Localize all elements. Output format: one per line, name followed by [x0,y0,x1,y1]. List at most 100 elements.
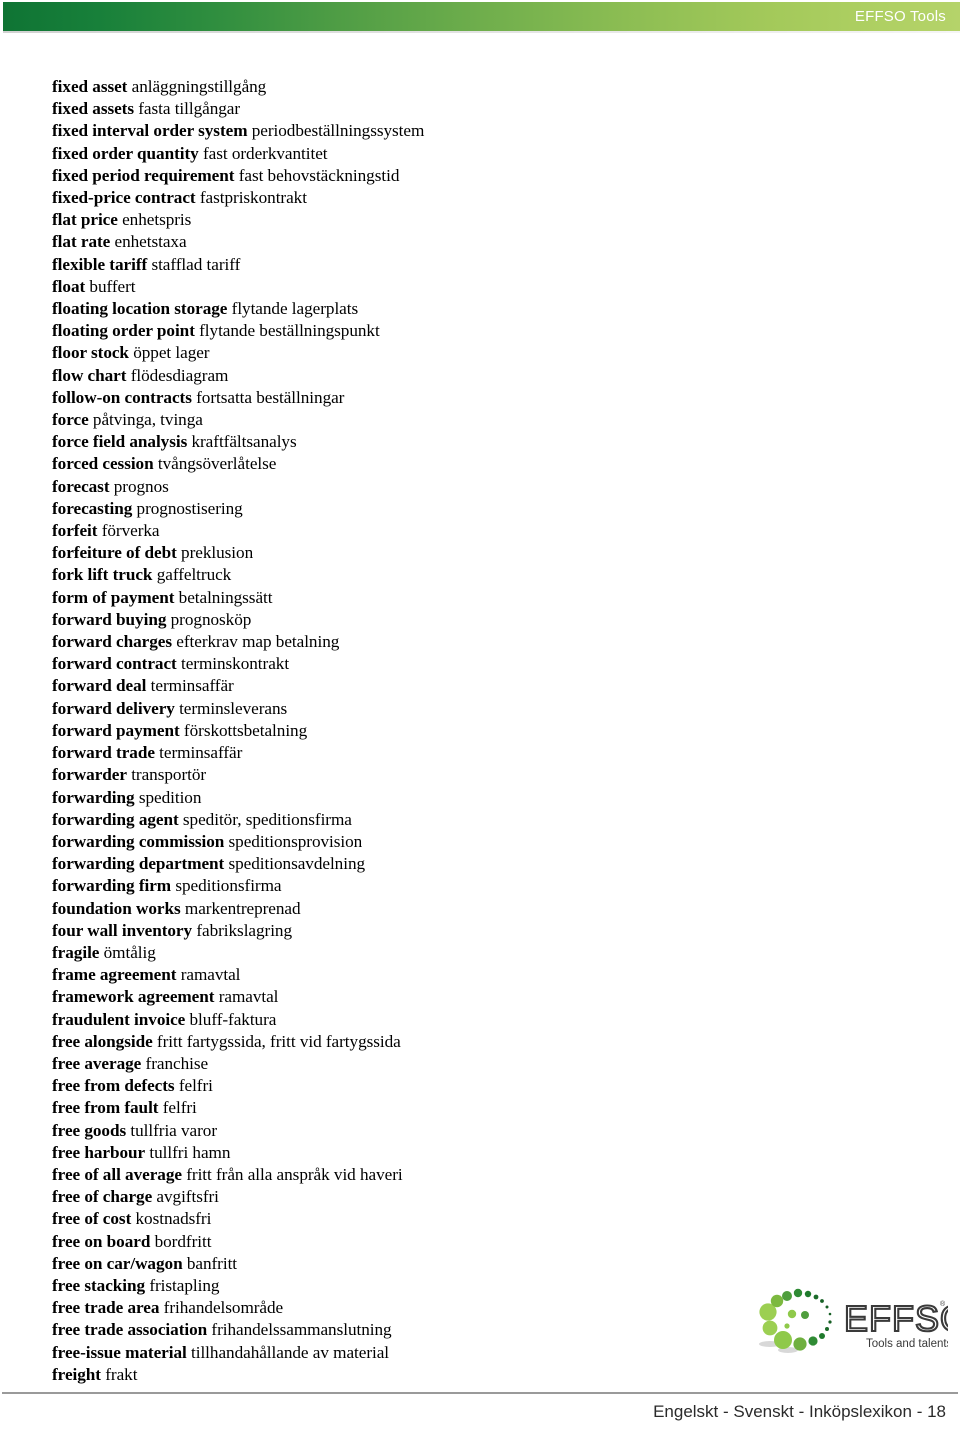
glossary-term: forward contract [52,654,177,674]
logo-tagline-text: Tools and talents. [866,1338,948,1350]
glossary-translation: terminsaffär [150,676,234,696]
glossary-term: forfeiture of debt [52,543,177,563]
glossary-translation: bordfritt [154,1231,212,1251]
glossary-term: forced cession [52,454,154,474]
glossary-entry: fragile ömtålig [52,942,912,964]
glossary-translation: tvångsöverlåtelse [157,454,277,474]
glossary-translation: tullfri hamn [149,1142,231,1162]
glossary-entry: flow chart flödesdiagram [52,365,912,387]
glossary-translation: fastpriskontrakt [199,188,307,208]
glossary-translation: enhetstaxa [114,232,187,252]
glossary-entry: forced cession tvångsöverlåtelse [52,453,912,475]
glossary-term: free from fault [52,1098,159,1118]
glossary-translation: terminskontrakt [180,654,290,674]
glossary-translation: fast orderkvantitet [202,143,328,163]
glossary-entry: force påtvinga, tvinga [52,409,912,431]
glossary-translation: frihandelsområde [163,1298,284,1318]
glossary-translation: stafflad tariff [151,254,241,274]
glossary-entry: forward trade terminsaffär [52,742,912,764]
glossary-translation: frakt [105,1364,138,1384]
glossary-translation: felfri [178,1076,213,1096]
glossary-translation: ömtålig [103,942,156,962]
glossary-entry: four wall inventory fabrikslagring [52,920,912,942]
glossary-translation: fristapling [149,1275,220,1295]
glossary-entry: flat rate enhetstaxa [52,231,912,253]
glossary-entry: floor stock öppet lager [52,342,912,364]
glossary-entry: free goods tullfria varor [52,1120,912,1142]
glossary-term: force field analysis [52,432,188,452]
glossary-translation: fritt fartygssida, fritt vid fartygssida [156,1031,401,1051]
glossary-term: forfeit [52,521,98,541]
glossary-translation: prognostisering [136,498,243,518]
glossary-term: forwarder [52,765,127,785]
glossary-entry: form of payment betalningssätt [52,587,912,609]
glossary-term: fixed period requirement [52,165,235,185]
glossary-translation: tullfria varor [130,1120,218,1140]
glossary-term: free trade association [52,1320,208,1340]
glossary-entry: fixed order quantity fast orderkvantitet [52,143,912,165]
glossary-term: forecast [52,476,110,496]
glossary-entry: forfeit förverka [52,520,912,542]
glossary-translation: spedition [138,787,202,807]
glossary-term: forwarding department [52,854,225,874]
glossary-term: free of all average [52,1164,182,1184]
glossary-entry: fixed asset anläggningstillgång [52,76,912,98]
glossary-entry: floating location storage flytande lager… [52,298,912,320]
glossary-translation: banfritt [186,1253,238,1273]
glossary-entry: forward buying prognosköp [52,609,912,631]
glossary-translation: speditionsfirma [175,876,282,896]
glossary-translation: speditionsavdelning [228,854,366,874]
glossary-entry: fork lift truck gaffeltruck [52,564,912,586]
glossary-entry: flexible tariff stafflad tariff [52,254,912,276]
glossary-translation: transportör [131,765,207,785]
glossary-term: flat rate [52,232,111,252]
glossary-entry: free from defects felfri [52,1075,912,1097]
glossary-term: free from defects [52,1076,175,1096]
glossary-term: fragile [52,942,100,962]
glossary-translation: frihandelssammanslutning [211,1320,392,1340]
glossary-translation: fabrikslagring [196,920,293,940]
glossary-term: free of cost [52,1209,132,1229]
glossary-entry: free of charge avgiftsfri [52,1186,912,1208]
glossary-translation: terminsleverans [179,698,288,718]
glossary-translation: avgiftsfri [156,1187,219,1207]
glossary-entry: forecasting prognostisering [52,498,912,520]
header-shadow-divider [3,31,960,33]
glossary-translation: fritt från alla anspråk vid haveri [186,1164,403,1184]
glossary-term: forward delivery [52,698,175,718]
glossary-term: fixed assets [52,99,134,119]
glossary-translation: prognosköp [170,609,252,629]
effso-logo-graphic: EFFSO ® Tools and talents. [759,1288,948,1353]
glossary-translation: ramavtal [218,987,279,1007]
glossary-translation: flytande beställningspunkt [199,321,380,341]
glossary-translation: periodbeställningssystem [251,121,425,141]
glossary-entry: fixed assets fasta tillgångar [52,98,912,120]
glossary-entry: free alongside fritt fartygssida, fritt … [52,1031,912,1053]
glossary-term: flow chart [52,365,127,385]
glossary-translation: preklusion [181,543,254,563]
glossary-entry: forward contract terminskontrakt [52,653,912,675]
glossary-term: floating order point [52,321,195,341]
glossary-translation: fast behovstäckningstid [238,165,400,185]
glossary-term: fixed asset [52,77,128,96]
glossary-translation: speditör, speditionsfirma [182,809,352,829]
glossary-translation: betalningssätt [178,587,273,607]
glossary-translation: prognos [113,476,169,496]
glossary-entry: force field analysis kraftfältsanalys [52,431,912,453]
glossary-entry: framework agreement ramavtal [52,986,912,1008]
glossary-entry: free from fault felfri [52,1097,912,1119]
glossary-term: forward payment [52,720,180,740]
glossary-entry: fraudulent invoice bluff-faktura [52,1009,912,1031]
glossary-translation: påtvinga, tvinga [92,410,203,430]
glossary-entry: floating order point flytande beställnin… [52,320,912,342]
logo-swirl-dots [759,1288,832,1353]
glossary-entry: forwarding agent speditör, speditionsfir… [52,809,912,831]
glossary-entry: foundation works markentreprenad [52,898,912,920]
glossary-term: forwarding firm [52,876,172,896]
glossary-entry: forward payment förskottsbetalning [52,720,912,742]
glossary-entry: freight frakt [52,1364,912,1386]
glossary-translation: ramavtal [180,965,241,985]
glossary-term: free average [52,1053,142,1073]
glossary-translation: franchise [145,1053,209,1073]
glossary-term: follow-on contracts [52,387,192,407]
